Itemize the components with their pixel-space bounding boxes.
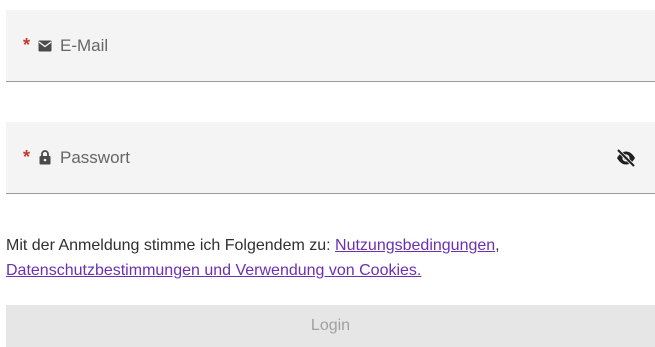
login-button[interactable]: Login (6, 305, 655, 347)
terms-link[interactable]: Nutzungsbedingungen (335, 237, 495, 254)
consent-separator: , (495, 237, 500, 254)
consent-intro: Mit der Anmeldung stimme ich Folgendem z… (6, 237, 336, 254)
password-field[interactable]: * Passwort (6, 122, 655, 194)
lock-icon (37, 150, 53, 166)
consent-text: Mit der Anmeldung stimme ich Folgendem z… (6, 233, 646, 283)
eye-slash-icon[interactable] (615, 147, 637, 169)
required-asterisk: * (23, 34, 31, 55)
privacy-link[interactable]: Datenschutzbestimmungen und Verwendung v… (6, 262, 421, 279)
email-field[interactable]: * E-Mail (6, 10, 655, 82)
password-field-content: * Passwort (23, 122, 130, 193)
email-placeholder: E-Mail (60, 35, 109, 55)
envelope-icon (37, 38, 53, 54)
required-asterisk: * (23, 146, 31, 167)
email-field-content: * E-Mail (23, 10, 108, 81)
password-placeholder: Passwort (60, 147, 130, 167)
